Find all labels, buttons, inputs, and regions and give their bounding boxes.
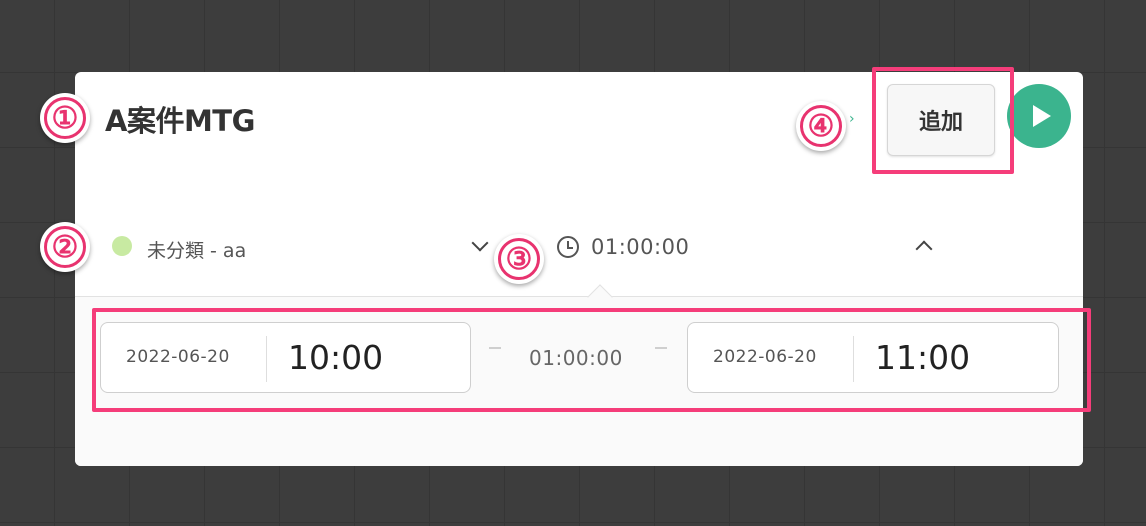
play-button[interactable] [1007,84,1071,148]
step-badge-3: ③ [494,234,544,284]
highlight-box-time-range [92,308,1091,412]
duration-display[interactable]: 01:00:00 [591,235,689,259]
chevron-right-icon: › [849,111,855,127]
step-badge-2: ② [40,222,90,272]
clock-icon [557,236,579,258]
project-select[interactable]: 未分類 - aa [147,236,246,263]
step-badge-4: ④ [796,101,846,151]
entry-title[interactable]: A案件MTG [105,98,255,140]
project-color-dot [112,236,132,256]
highlight-box-add [872,67,1014,174]
divider [75,296,1083,297]
step-badge-1: ① [40,93,90,143]
